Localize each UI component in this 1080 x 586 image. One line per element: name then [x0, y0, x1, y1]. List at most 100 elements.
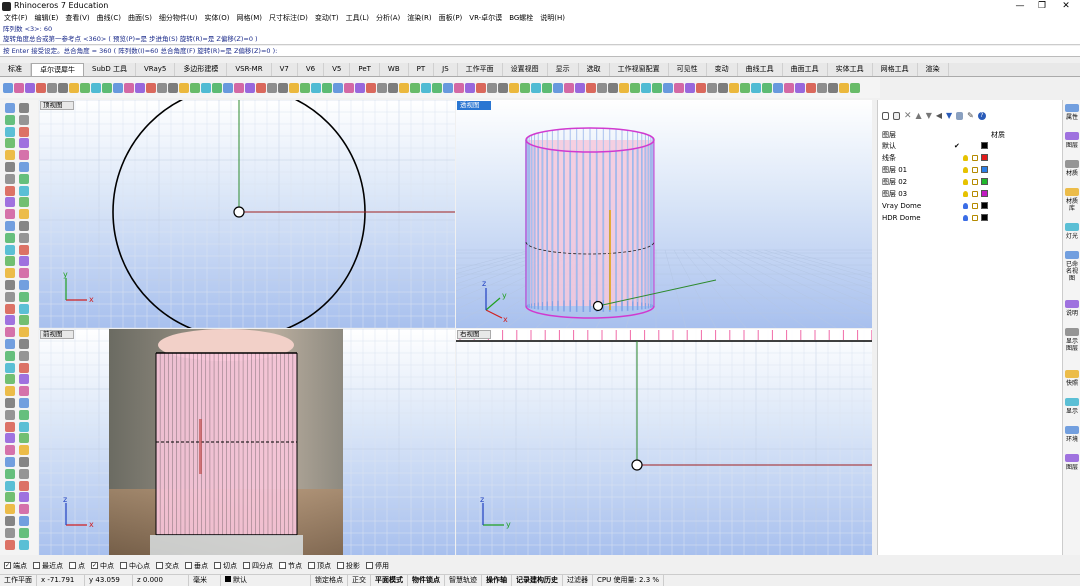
tab-js[interactable]: JS	[434, 63, 458, 76]
maximize-button[interactable]: ❐	[1032, 0, 1052, 13]
viewport-label[interactable]: 前视图	[40, 330, 74, 339]
command-history[interactable]: 阵列数 <3>: 60 旋转角度总合或第一参考点 <360> ( 预览(P)=是…	[0, 24, 1080, 45]
osnap-checkbox[interactable]	[308, 562, 315, 569]
toolbar-tool-icon[interactable]	[696, 82, 706, 93]
tab-subd-tools[interactable]: SubD 工具	[84, 63, 136, 76]
side-tab[interactable]: 快照	[1065, 380, 1079, 387]
side-tab[interactable]: 图层	[1065, 464, 1079, 471]
left-tool-icon[interactable]	[19, 457, 29, 467]
layer-color-swatch[interactable]	[981, 190, 988, 197]
left-tool-icon[interactable]	[5, 315, 15, 326]
tab-v5[interactable]: V5	[324, 63, 351, 76]
left-tool-icon[interactable]	[19, 291, 29, 302]
status-filter[interactable]: 过滤器	[563, 575, 593, 586]
toolbar-tool-icon[interactable]	[597, 82, 607, 93]
side-tab[interactable]: 环境	[1065, 436, 1079, 443]
toolbar-tool-icon[interactable]	[685, 82, 695, 93]
toolbar-tool-icon[interactable]	[311, 82, 321, 93]
left-tool-icon[interactable]	[5, 209, 15, 220]
left-tool-icon[interactable]	[19, 138, 29, 149]
left-tool-icon[interactable]	[5, 173, 15, 184]
left-tool-icon[interactable]	[19, 244, 29, 255]
toolbar-tool-icon[interactable]	[773, 82, 783, 93]
lock-icon[interactable]	[972, 155, 978, 161]
tab-v6[interactable]: V6	[298, 63, 325, 76]
toolbar-tool-icon[interactable]	[344, 82, 354, 93]
toolbar-tool-icon[interactable]	[850, 82, 860, 93]
left-tool-icon[interactable]	[19, 126, 29, 137]
toolbar-tool-icon[interactable]	[322, 82, 332, 93]
settings-icon[interactable]: ✎	[967, 112, 974, 122]
osnap-checkbox[interactable]	[185, 562, 192, 569]
toolbar-tool-icon[interactable]	[289, 82, 299, 93]
move-left-icon[interactable]: ◀	[936, 112, 942, 122]
toolbar-tool-icon[interactable]	[80, 82, 90, 93]
left-tool-icon[interactable]	[19, 339, 29, 349]
osnap-checkbox[interactable]: ✓	[91, 562, 98, 569]
status-grid-snap[interactable]: 锁定格点	[311, 575, 348, 586]
toolbar-tool-icon[interactable]	[839, 82, 849, 93]
toolbar-tool-icon[interactable]	[14, 82, 24, 93]
toolbar-tool-icon[interactable]	[542, 82, 552, 93]
toolbar-tool-icon[interactable]	[157, 82, 167, 93]
left-tool-icon[interactable]	[19, 280, 29, 290]
left-tool-icon[interactable]	[19, 327, 29, 338]
toolbar-tool-icon[interactable]	[553, 82, 563, 93]
toolbar-tool-icon[interactable]	[465, 82, 475, 93]
left-tool-icon[interactable]	[19, 303, 29, 314]
lock-icon[interactable]	[972, 191, 978, 197]
left-tool-icon[interactable]	[5, 433, 15, 444]
left-tool-icon[interactable]	[19, 527, 29, 538]
left-tool-icon[interactable]	[5, 539, 15, 550]
menu-view[interactable]: 查看(V)	[65, 13, 89, 24]
toolbar-tool-icon[interactable]	[509, 82, 519, 93]
osnap-option[interactable]: 垂点	[185, 561, 208, 571]
left-tool-icon[interactable]	[19, 492, 29, 503]
left-tool-icon[interactable]	[19, 197, 29, 208]
layer-tools-icon[interactable]	[956, 112, 964, 120]
status-smarttrack[interactable]: 智慧轨迹	[445, 575, 482, 586]
toolbar-tool-icon[interactable]	[47, 82, 57, 93]
left-tool-icon[interactable]	[19, 433, 29, 444]
osnap-checkbox[interactable]	[33, 562, 40, 569]
left-tool-icon[interactable]	[19, 350, 29, 361]
left-tool-icon[interactable]	[5, 409, 15, 420]
toolbar-tool-icon[interactable]	[674, 82, 684, 93]
lock-icon[interactable]	[972, 167, 978, 173]
left-tool-icon[interactable]	[19, 539, 29, 550]
toolbar-tool-icon[interactable]	[641, 82, 651, 93]
toolbar-tool-icon[interactable]	[58, 82, 68, 93]
left-tool-icon[interactable]	[5, 480, 15, 491]
toolbar-tool-icon[interactable]	[443, 82, 453, 93]
left-tool-icon[interactable]	[19, 103, 29, 113]
toolbar-tool-icon[interactable]	[729, 82, 739, 93]
status-osnap[interactable]: 物件锁点	[408, 575, 445, 586]
toolbar-tool-icon[interactable]	[168, 82, 178, 93]
menu-analyze[interactable]: 分析(A)	[376, 13, 400, 24]
toolbar-tool-icon[interactable]	[300, 82, 310, 93]
toolbar-tool-icon[interactable]	[707, 82, 717, 93]
left-tool-icon[interactable]	[5, 291, 15, 302]
layer-row[interactable]: HDR Dome	[881, 212, 1061, 224]
lock-icon[interactable]	[972, 203, 978, 209]
filter-icon[interactable]: ▼	[946, 112, 952, 122]
left-tool-icon[interactable]	[19, 362, 29, 373]
osnap-option[interactable]: 中心点	[120, 561, 150, 571]
gumball-center[interactable]	[631, 459, 643, 471]
toolbar-tool-icon[interactable]	[663, 82, 673, 93]
osnap-option[interactable]: 停用	[366, 561, 389, 571]
left-tool-icon[interactable]	[5, 138, 15, 149]
osnap-checkbox[interactable]	[366, 562, 373, 569]
layer-color-swatch[interactable]	[981, 142, 988, 149]
left-tool-icon[interactable]	[19, 173, 29, 184]
toolbar-tool-icon[interactable]	[740, 82, 750, 93]
current-layer-check[interactable]: ✔	[954, 140, 960, 152]
toolbar-tool-icon[interactable]	[421, 82, 431, 93]
tab-solid-tools[interactable]: 实体工具	[828, 63, 873, 76]
osnap-option[interactable]: 切点	[214, 561, 237, 571]
gumball-center[interactable]	[592, 300, 604, 312]
left-tool-icon[interactable]	[5, 327, 15, 338]
left-tool-icon[interactable]	[19, 162, 29, 172]
toolbar-tool-icon[interactable]	[179, 82, 189, 93]
left-tool-icon[interactable]	[5, 197, 15, 208]
